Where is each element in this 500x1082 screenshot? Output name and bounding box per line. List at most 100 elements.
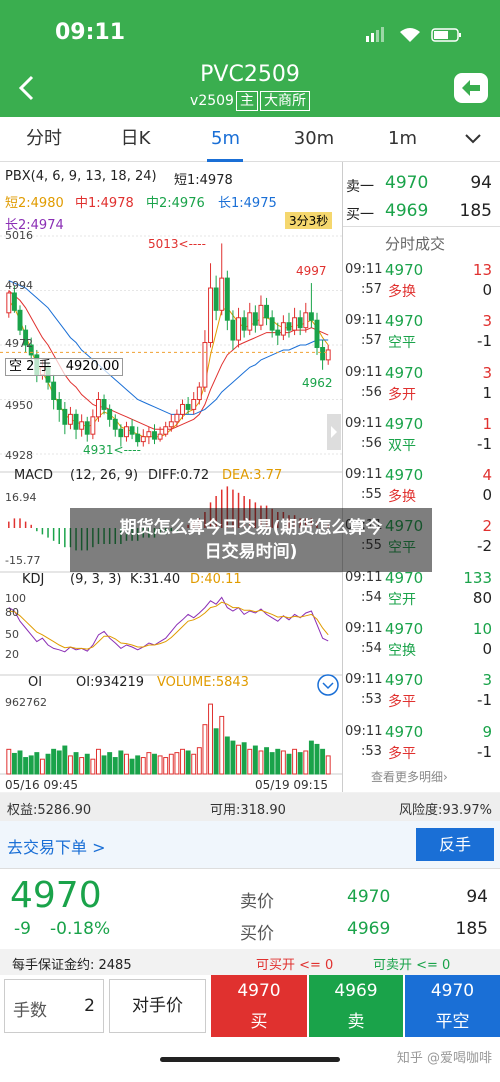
close-short-button[interactable]: 4970 平空 (405, 975, 500, 1037)
tab-30m[interactable]: 30m (268, 117, 360, 162)
ma-line-long1 (8, 280, 329, 415)
volume-bar (90, 758, 96, 775)
trade-sec: :57 (361, 333, 382, 349)
candle-body (67, 413, 73, 425)
volume-bar (297, 752, 303, 775)
tab-5m[interactable]: 5m (183, 117, 268, 162)
trade-row: 09:11 4970 3:53 多平 -1 (343, 668, 500, 719)
home-indicator-area: 知乎 @爱喝咖啡 (0, 1037, 500, 1082)
buy-button[interactable]: 4970 买 (211, 975, 307, 1037)
price-type-select[interactable]: 对手价 (109, 979, 206, 1033)
candle-body (191, 399, 197, 410)
trade-row: 09:11 4970 3:56 多开 1 (343, 361, 500, 412)
close-price: 4970 (430, 981, 475, 1001)
volume-bar (95, 748, 101, 775)
trade-type: 空开 (388, 591, 416, 608)
kdj-level-20: 20 (5, 648, 19, 661)
tab-fenshi[interactable]: 分时 (0, 117, 88, 162)
account-bar: 权益:5286.90 可用:318.90 风险度:93.97% (0, 793, 500, 821)
candle-body (174, 413, 180, 423)
buy-price: 4970 (237, 981, 281, 1001)
volume-bar (11, 752, 17, 775)
candle-body (269, 317, 275, 331)
volume-bar (280, 750, 286, 775)
candle-body (152, 431, 157, 440)
trade-delta: -1 (477, 742, 492, 761)
y-tick-0: 5016 (5, 229, 33, 242)
trade-sec: :54 (361, 641, 382, 657)
volume-bar (23, 757, 29, 775)
bid-label: 买一 (346, 207, 374, 223)
more-details-link[interactable]: 查看更多明细› (371, 768, 448, 785)
reverse-button[interactable]: 反手 (416, 828, 494, 861)
volume-bar (17, 750, 23, 775)
home-indicator (160, 1057, 340, 1062)
trade-sec: :56 (361, 384, 382, 400)
refresh-icon[interactable] (316, 673, 340, 697)
pbx-mid2: 中2:4976 (146, 196, 205, 211)
kdj-level-80: 80 (5, 606, 19, 619)
kdj-d: D:40.11 (190, 572, 242, 587)
can-open: 可买开 <= 0 (256, 958, 334, 973)
trade-time: 09:11 (345, 569, 383, 585)
candle-body (56, 399, 62, 410)
status-icons (366, 27, 461, 42)
sell-button[interactable]: 4969 卖 (309, 975, 403, 1037)
switch-icon[interactable] (453, 72, 489, 104)
volume-bar (269, 752, 275, 775)
overlay-line2: 日交易时间) (204, 542, 298, 562)
go-trade-link[interactable]: 去交易下单 > (7, 834, 106, 858)
trade-time: 09:11 (345, 364, 383, 380)
kdj-k: K:31.40 (130, 572, 181, 587)
footer-credit: 知乎 @爱喝咖啡 (396, 1051, 492, 1066)
kdj-level-100: 100 (5, 592, 26, 605)
tab-day-k[interactable]: 日K (88, 117, 183, 162)
tag-exchange: 大商所 (259, 91, 310, 111)
order-row: 手数 2 对手价 4970 买 4969 卖 4970 平空 (0, 975, 500, 1037)
volume-bar (286, 753, 292, 775)
tab-1m[interactable]: 1m (360, 117, 445, 162)
time-start: 05/16 09:45 (5, 778, 78, 792)
price-change-pct: -0.18% (50, 919, 111, 939)
trade-sec: :53 (361, 743, 382, 759)
position-price: 4920.00 (65, 359, 120, 374)
tab-more[interactable] (445, 117, 500, 162)
candle-body (297, 317, 303, 329)
volume-bar (202, 724, 208, 775)
trade-delta: -1 (477, 332, 492, 351)
qty-stepper[interactable]: 手数 2 (4, 979, 104, 1033)
volume-bar (241, 742, 247, 775)
candle-body (196, 386, 202, 400)
candle-body (219, 277, 225, 311)
trade-time: 09:11 (345, 723, 383, 739)
trade-type: 多开 (388, 386, 416, 403)
trade-price: 4970 (385, 363, 424, 382)
volume-bar (230, 740, 236, 775)
low-label: 4931<---- (83, 443, 141, 457)
trade-time: 09:11 (345, 672, 383, 688)
trade-delta: -2 (477, 537, 492, 556)
volume-bar (224, 736, 230, 775)
position-label: 空 2 手 (9, 359, 52, 374)
candle-body (258, 304, 264, 326)
volume-bar (73, 752, 79, 775)
header: PVC2509 v2509 主大商所 (0, 60, 500, 117)
candle-body (314, 319, 320, 348)
candle-body (202, 342, 208, 388)
close-label: 平空 (435, 1012, 470, 1032)
volume-bar (303, 750, 309, 775)
qty-value[interactable]: 2 (84, 996, 95, 1016)
trade-type: 多平 (388, 745, 416, 762)
candle-body (95, 399, 101, 418)
page-title: PVC2509 (200, 62, 300, 87)
kdj-params: (9, 3, 3) (70, 572, 122, 587)
candle-body (11, 292, 17, 311)
volume-bar (320, 748, 326, 775)
volume-bar (196, 747, 202, 775)
chart-scroll-handle[interactable] (327, 414, 341, 450)
volume-bar (191, 753, 197, 775)
status-time: 09:11 (55, 20, 126, 45)
volume-bar (157, 755, 163, 775)
quote-ask-label: 卖价 (240, 892, 274, 912)
chart-area[interactable]: PBX(4, 6, 9, 13, 18, 24) 短1:4978 短2:4980… (0, 162, 343, 792)
